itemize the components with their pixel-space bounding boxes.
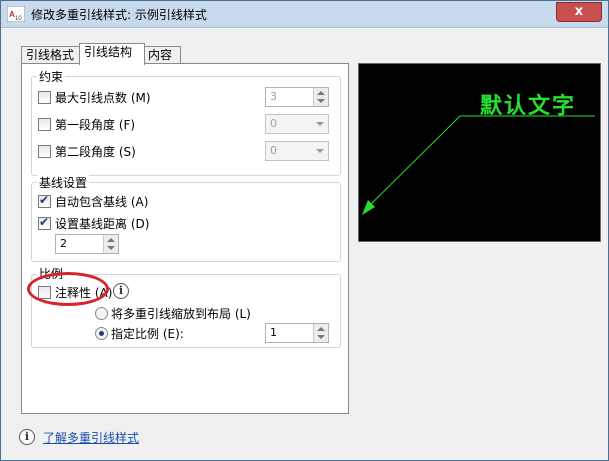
- close-icon: x: [574, 4, 584, 19]
- max-points-spinner[interactable]: 3: [265, 87, 329, 107]
- max-points-spinner-arrows[interactable]: [313, 88, 328, 106]
- specify-scale-label: 指定比例 (E):: [111, 327, 184, 341]
- check-icon: ✔: [39, 193, 50, 207]
- first-angle-dropdown[interactable]: 0: [265, 114, 329, 134]
- set-landing-distance-label: 设置基线距离 (D): [55, 217, 150, 231]
- window-title: 修改多重引线样式: 示例引线样式: [31, 8, 207, 22]
- title-bar[interactable]: A 10 修改多重引线样式: 示例引线样式 x: [1, 1, 608, 28]
- auto-include-landing-checkbox[interactable]: ✔: [38, 193, 51, 208]
- scale-to-layout-label: 将多重引线缩放到布局 (L): [111, 307, 251, 321]
- leader-preview: 默认文字: [358, 63, 601, 242]
- set-landing-distance-checkbox[interactable]: ✔: [38, 215, 51, 230]
- specify-scale-radio[interactable]: [95, 327, 108, 340]
- chevron-down-icon: [316, 149, 324, 153]
- tab-leader-structure[interactable]: 引线结构: [79, 43, 145, 65]
- autocad-app-icon: A 10: [7, 6, 25, 22]
- auto-include-landing-label: 自动包含基线 (A): [55, 195, 149, 209]
- check-icon: ✔: [39, 215, 50, 229]
- max-points-label: 最大引线点数 (M): [55, 91, 151, 105]
- up-arrow-icon: [317, 91, 325, 95]
- landing-distance-spinner[interactable]: 2: [55, 234, 119, 254]
- up-arrow-icon: [317, 327, 325, 331]
- landing-group-label: 基线设置: [37, 174, 90, 191]
- second-angle-label: 第二段角度 (S): [55, 145, 136, 159]
- landing-distance-spinner-arrows[interactable]: [103, 235, 118, 253]
- down-arrow-icon: [317, 99, 325, 103]
- max-points-checkbox[interactable]: [38, 91, 51, 104]
- info-icon: i: [19, 429, 35, 445]
- down-arrow-icon: [107, 246, 115, 250]
- down-arrow-icon: [317, 335, 325, 339]
- learn-multileader-style-link[interactable]: 了解多重引线样式: [43, 429, 139, 446]
- scale-to-layout-radio[interactable]: [95, 307, 108, 320]
- second-angle-dropdown[interactable]: 0: [265, 141, 329, 161]
- specify-scale-spinner-arrows[interactable]: [313, 324, 328, 342]
- dialog-window: A 10 修改多重引线样式: 示例引线样式 x 引线格式 引线结构 内容 约束 …: [0, 0, 609, 461]
- leader-line: [365, 115, 461, 210]
- preview-default-text: 默认文字: [480, 93, 577, 119]
- first-angle-checkbox[interactable]: [38, 118, 51, 131]
- chevron-down-icon: [316, 122, 324, 126]
- constraints-group-label: 约束: [37, 68, 66, 85]
- tab-panel: 约束 最大引线点数 (M) 3 第一段角度 (F) 0 第二段角度 (S) 0 …: [21, 63, 349, 414]
- annotation-highlight-ellipse: [27, 272, 109, 306]
- first-angle-label: 第一段角度 (F): [55, 118, 136, 132]
- specify-scale-spinner[interactable]: 1: [265, 323, 329, 343]
- tab-leader-format[interactable]: 引线格式: [21, 46, 81, 64]
- svg-text:10: 10: [15, 16, 22, 22]
- info-icon[interactable]: i: [113, 283, 129, 299]
- second-angle-checkbox[interactable]: [38, 145, 51, 158]
- tab-content[interactable]: 内容: [143, 46, 181, 64]
- up-arrow-icon: [107, 238, 115, 242]
- close-button[interactable]: x: [556, 2, 602, 22]
